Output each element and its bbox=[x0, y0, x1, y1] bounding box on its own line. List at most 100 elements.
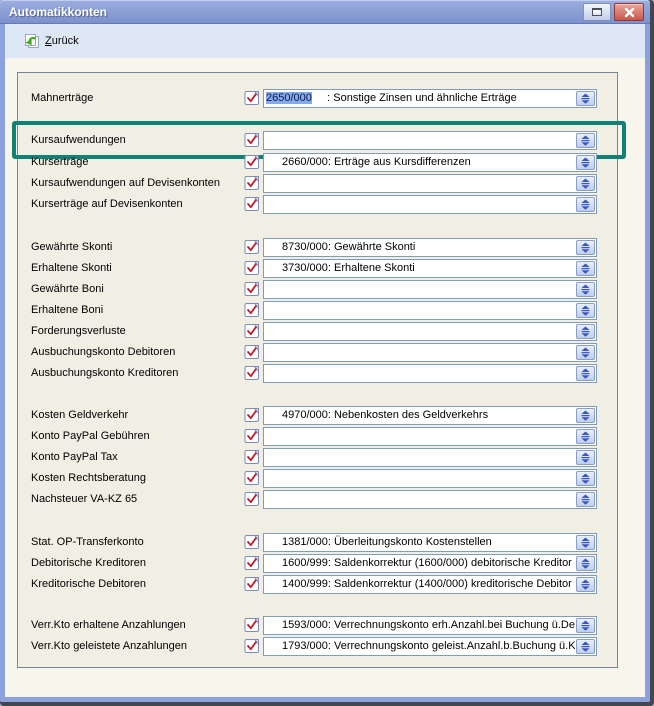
spinner-buttons[interactable] bbox=[576, 618, 595, 633]
up-down-spinner-icon bbox=[580, 263, 591, 274]
spinner-buttons[interactable] bbox=[576, 303, 595, 318]
back-button[interactable]: Zurück bbox=[19, 31, 83, 51]
spinner-buttons[interactable] bbox=[576, 366, 595, 381]
checked-note-icon[interactable] bbox=[244, 302, 260, 318]
field-row-gewaehrte-skonti: Gewährte Skonti 8730/000: Gewährte Skont… bbox=[18, 238, 617, 257]
checked-note-icon[interactable] bbox=[244, 576, 260, 592]
checked-note-icon[interactable] bbox=[244, 154, 260, 170]
field-label: Kurserträge auf Devisenkonten bbox=[31, 195, 183, 214]
spinner-buttons[interactable] bbox=[576, 492, 595, 507]
checked-note-icon[interactable] bbox=[244, 175, 260, 191]
up-down-spinner-icon bbox=[580, 452, 591, 463]
spinner-buttons[interactable] bbox=[576, 535, 595, 550]
account-combobox[interactable] bbox=[263, 448, 597, 467]
up-down-spinner-icon bbox=[580, 284, 591, 295]
checked-note-icon[interactable] bbox=[244, 534, 260, 550]
spinner-buttons[interactable] bbox=[576, 240, 595, 255]
spinner-buttons[interactable] bbox=[576, 91, 595, 106]
field-label: Forderungsverluste bbox=[31, 322, 126, 341]
up-down-spinner-icon bbox=[580, 537, 591, 548]
up-down-spinner-icon bbox=[580, 326, 591, 337]
checked-note-icon[interactable] bbox=[244, 90, 260, 106]
account-combobox[interactable] bbox=[263, 195, 597, 214]
checked-note-icon[interactable] bbox=[244, 132, 260, 148]
close-button[interactable] bbox=[614, 3, 644, 21]
account-combobox[interactable]: 2660/000: Erträge aus Kursdifferenzen bbox=[263, 153, 597, 172]
checked-note-icon[interactable] bbox=[244, 281, 260, 297]
checked-note-icon[interactable] bbox=[244, 239, 260, 255]
spinner-buttons[interactable] bbox=[576, 261, 595, 276]
account-combobox[interactable]: 1600/999: Saldenkorrektur (1600/000) deb… bbox=[263, 554, 597, 573]
checked-note-icon[interactable] bbox=[244, 407, 260, 423]
combobox-value bbox=[264, 196, 575, 213]
spinner-buttons[interactable] bbox=[576, 556, 595, 571]
account-combobox[interactable]: 1381/000: Überleitungskonto Kostenstelle… bbox=[263, 533, 597, 552]
field-label: Konto PayPal Tax bbox=[31, 448, 118, 467]
spinner-buttons[interactable] bbox=[576, 324, 595, 339]
spinner-buttons[interactable] bbox=[576, 408, 595, 423]
up-down-spinner-icon bbox=[580, 157, 591, 168]
field-label: Verr.Kto erhaltene Anzahlungen bbox=[31, 616, 186, 635]
spinner-buttons[interactable] bbox=[576, 471, 595, 486]
account-combobox[interactable] bbox=[263, 490, 597, 509]
account-combobox[interactable] bbox=[263, 301, 597, 320]
spinner-buttons[interactable] bbox=[576, 176, 595, 191]
account-combobox[interactable]: 8730/000: Gewährte Skonti bbox=[263, 238, 597, 257]
spinner-buttons[interactable] bbox=[576, 639, 595, 654]
account-combobox[interactable] bbox=[263, 343, 597, 362]
checked-note-icon[interactable] bbox=[244, 323, 260, 339]
checked-note-icon[interactable] bbox=[244, 344, 260, 360]
account-combobox[interactable]: 1593/000: Verrechnungskonto erh.Anzahl.b… bbox=[263, 616, 597, 635]
titlebar[interactable]: Automatikkonten bbox=[0, 0, 650, 24]
combobox-value bbox=[264, 449, 575, 466]
checked-note-icon[interactable] bbox=[244, 428, 260, 444]
field-row-forderungsverluste: Forderungsverluste bbox=[18, 322, 617, 341]
account-combobox[interactable]: 3730/000: Erhaltene Skonti bbox=[263, 259, 597, 278]
account-combobox[interactable] bbox=[263, 322, 597, 341]
checked-note-icon[interactable] bbox=[244, 365, 260, 381]
spinner-buttons[interactable] bbox=[576, 155, 595, 170]
checked-note-icon[interactable] bbox=[244, 638, 260, 654]
close-x-icon bbox=[624, 7, 635, 18]
up-down-spinner-icon bbox=[580, 347, 591, 358]
field-label: Kreditorische Debitoren bbox=[31, 575, 146, 594]
account-combobox[interactable] bbox=[263, 427, 597, 446]
checked-note-icon[interactable] bbox=[244, 491, 260, 507]
combobox-value bbox=[264, 323, 575, 340]
checked-note-icon[interactable] bbox=[244, 260, 260, 276]
checked-note-icon[interactable] bbox=[244, 449, 260, 465]
spinner-buttons[interactable] bbox=[576, 450, 595, 465]
window-title: Automatikkonten bbox=[0, 5, 107, 19]
checked-note-icon[interactable] bbox=[244, 555, 260, 571]
combobox-value: 3730/000: Erhaltene Skonti bbox=[264, 260, 575, 277]
account-combobox[interactable]: 1793/000: Verrechnungskonto geleist.Anza… bbox=[263, 637, 597, 656]
spinner-buttons[interactable] bbox=[576, 133, 595, 148]
account-combobox[interactable]: 4970/000: Nebenkosten des Geldverkehrs bbox=[263, 406, 597, 425]
restore-window-icon bbox=[592, 8, 602, 16]
account-combobox[interactable]: 1400/999: Saldenkorrektur (1400/000) kre… bbox=[263, 575, 597, 594]
checked-note-icon[interactable] bbox=[244, 617, 260, 633]
restore-window-button[interactable] bbox=[583, 3, 611, 21]
combobox-value bbox=[264, 175, 575, 192]
spinner-buttons[interactable] bbox=[576, 282, 595, 297]
spinner-buttons[interactable] bbox=[576, 577, 595, 592]
spinner-buttons[interactable] bbox=[576, 197, 595, 212]
back-arrow-page-icon bbox=[23, 33, 40, 49]
account-combobox[interactable] bbox=[263, 131, 597, 150]
up-down-spinner-icon bbox=[580, 473, 591, 484]
up-down-spinner-icon bbox=[580, 620, 591, 631]
account-combobox[interactable] bbox=[263, 364, 597, 383]
spinner-buttons[interactable] bbox=[576, 429, 595, 444]
account-combobox[interactable] bbox=[263, 174, 597, 193]
account-combobox[interactable]: 2650/000 : Sonstige Zinsen und ähnliche … bbox=[263, 89, 597, 108]
up-down-spinner-icon bbox=[580, 178, 591, 189]
checked-note-icon[interactable] bbox=[244, 470, 260, 486]
checked-note-icon[interactable] bbox=[244, 196, 260, 212]
field-row-paypal-gebuehren: Konto PayPal Gebühren bbox=[18, 427, 617, 446]
account-combobox[interactable] bbox=[263, 469, 597, 488]
account-combobox[interactable] bbox=[263, 280, 597, 299]
combobox-value bbox=[264, 491, 575, 508]
spinner-buttons[interactable] bbox=[576, 345, 595, 360]
titlebar-buttons bbox=[583, 3, 644, 21]
combobox-value: 8730/000: Gewährte Skonti bbox=[264, 239, 575, 256]
